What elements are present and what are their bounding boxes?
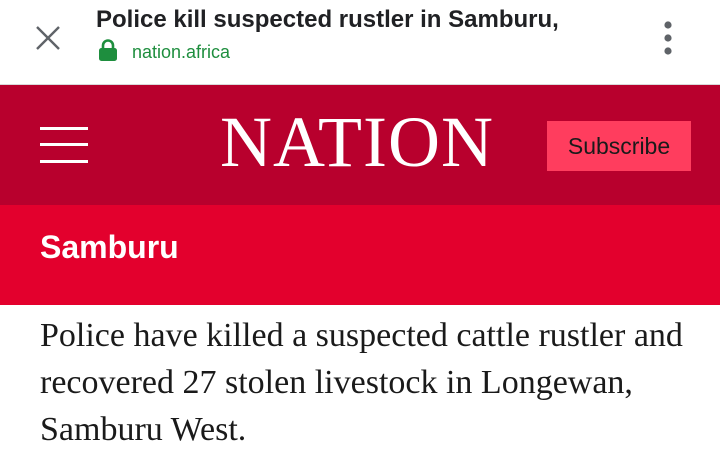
more-vert-icon[interactable] (650, 16, 686, 60)
site-logo[interactable]: NATION (220, 106, 512, 178)
page-title: Police kill suspected rustler in Samburu… (96, 6, 559, 33)
section-label[interactable]: Samburu (40, 229, 179, 266)
site-header: NATION Subscribe (0, 85, 720, 205)
url-bar[interactable]: nation.africa (98, 38, 231, 66)
url-text: nation.africa (132, 41, 231, 62)
browser-toolbar: Police kill suspected rustler in Samburu… (0, 0, 720, 85)
hamburger-menu-icon[interactable] (40, 127, 88, 163)
section-banner: Samburu (0, 205, 720, 305)
subscribe-button[interactable]: Subscribe (547, 121, 691, 171)
article-summary: Police have killed a suspected cattle ru… (40, 317, 683, 448)
lock-icon (98, 38, 118, 66)
close-icon[interactable] (28, 18, 68, 58)
